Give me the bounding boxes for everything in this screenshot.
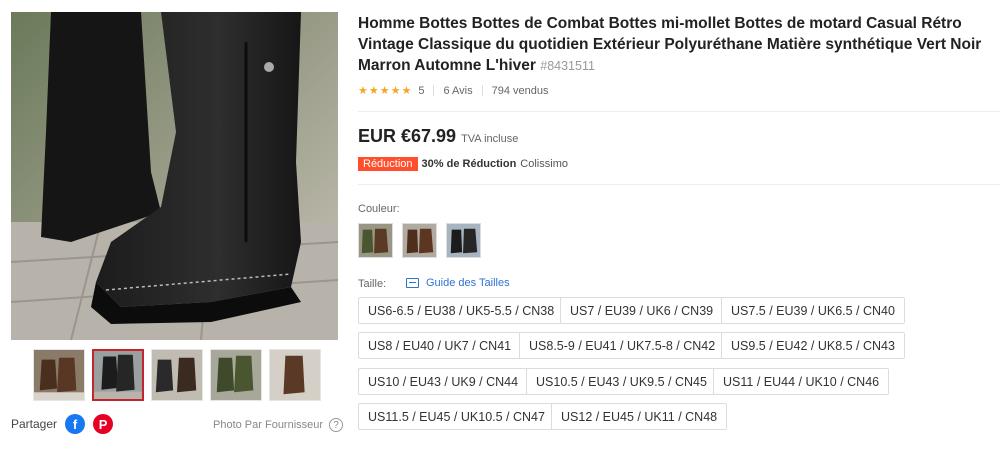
photo-credit: Photo Par Fournisseur ? [213,418,344,432]
size-option[interactable]: US8 / EU40 / UK7 / CN41 [358,332,522,359]
discount-text: 30% de Réduction [421,158,517,170]
color-options [358,223,481,258]
thumbnail-1[interactable] [33,349,85,401]
thumbnail-strip [33,349,321,401]
photo-credit-label: Photo Par Fournisseur [213,419,324,431]
product-title-text: Homme Bottes Bottes de Combat Bottes mi-… [358,15,982,74]
size-guide-label: Guide des Tailles [426,277,510,289]
color-label: Couleur: [358,203,400,215]
price-row: EUR €67.99 TVA incluse [358,126,518,147]
size-option[interactable]: US11 / EU44 / UK10 / CN46 [713,368,890,395]
promo-row: Réduction 30% de Réduction Colissimo [358,157,568,171]
divider [433,85,435,96]
section-divider [358,184,1000,185]
thumbnail-4[interactable] [210,349,262,401]
shipping-carrier: Colissimo [520,158,568,170]
star-rating-icon: ★★★★★ [358,85,413,97]
thumbnail-3[interactable] [151,349,203,401]
section-divider [358,111,1000,112]
ruler-icon [406,278,419,288]
color-option-black[interactable] [446,223,481,258]
rating-value: 5 [418,84,425,97]
facebook-icon[interactable]: f [65,414,86,434]
main-product-photo[interactable] [11,12,338,340]
sold-count: 794 vendus [491,84,549,97]
size-option[interactable]: US10 / EU43 / UK9 / CN44 [358,368,529,395]
size-option[interactable]: US6-6.5 / EU38 / UK5-5.5 / CN38 [358,297,565,324]
size-option[interactable]: US7 / EU39 / UK6 / CN39 [560,297,724,324]
size-option[interactable]: US12 / EU45 / UK11 / CN48 [551,403,728,430]
price-amount: EUR €67.99 [358,126,457,146]
size-option[interactable]: US8.5-9 / EU41 / UK7.5-8 / CN42 [519,332,726,359]
divider [481,85,483,96]
size-option[interactable]: US7.5 / EU39 / UK6.5 / CN40 [721,297,905,324]
reviews-link[interactable]: 6 Avis [443,85,472,97]
size-option[interactable]: US9.5 / EU42 / UK8.5 / CN43 [721,332,905,359]
share-label: Partager [11,417,58,431]
product-sku: #8431511 [540,59,595,73]
pinterest-icon[interactable]: P [93,414,114,434]
rating-row: ★★★★★ 5 6 Avis 794 vendus [358,84,549,98]
thumbnail-2-selected[interactable] [92,349,144,401]
size-label: Taille: [358,278,387,290]
thumbnail-5[interactable] [269,349,321,401]
tax-note: TVA incluse [461,133,519,145]
share-row: Partager f P [11,414,114,434]
color-option-green-brown[interactable] [358,223,393,258]
size-option[interactable]: US11.5 / EU45 / UK10.5 / CN47 [358,403,555,430]
help-icon[interactable]: ? [329,418,344,432]
size-option[interactable]: US10.5 / EU43 / UK9.5 / CN45 [526,368,717,395]
size-guide-link[interactable]: Guide des Tailles [406,277,510,289]
color-option-brown[interactable] [402,223,437,258]
discount-badge: Réduction [358,157,418,171]
product-title: Homme Bottes Bottes de Combat Bottes mi-… [358,13,988,77]
